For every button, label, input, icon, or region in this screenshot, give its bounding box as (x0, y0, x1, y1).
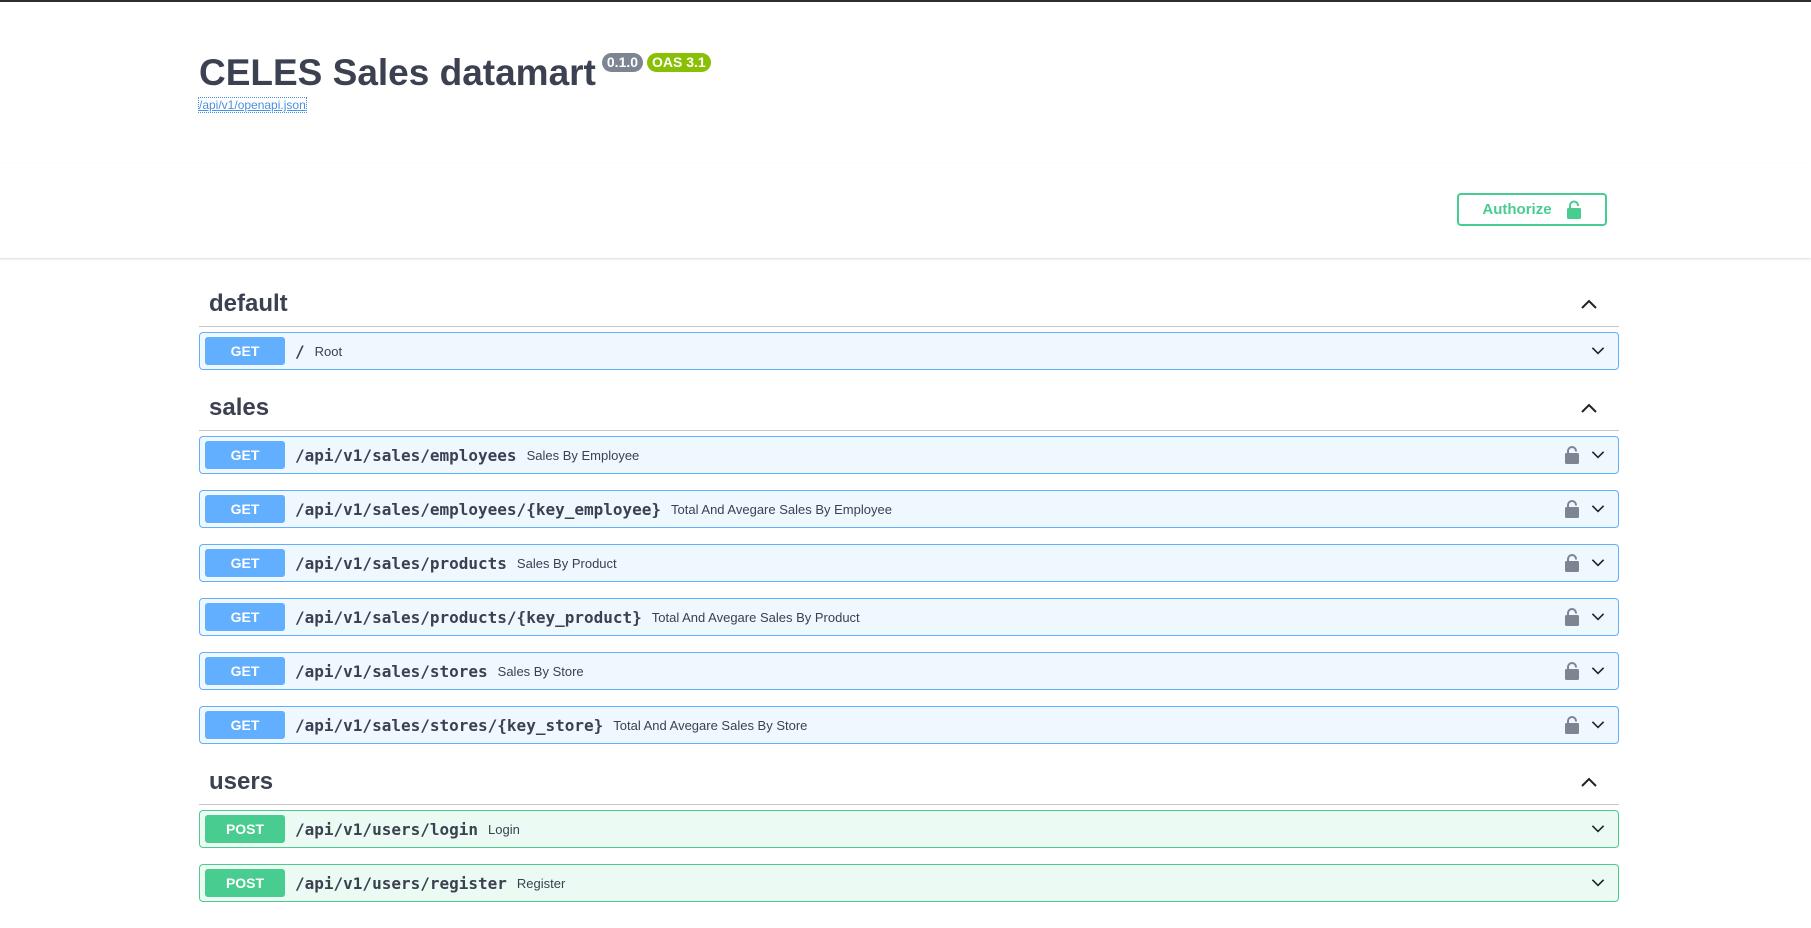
operations-list: default GET / Root sales GET/api/v1/sales/emp… (199, 282, 1619, 918)
operation-path: /api/v1/sales/employees/{key_employee} (295, 499, 662, 519)
operation-path: /api/v1/users/login (295, 819, 479, 839)
chevron-up-icon[interactable] (1579, 294, 1599, 314)
oas-badge: OAS 3.1 (647, 53, 711, 72)
operation-path: /api/v1/users/register (295, 873, 507, 893)
api-info: CELES Sales datamart 0.1.0 OAS 3.1 /api/… (198, 50, 711, 114)
unlock-icon[interactable] (1564, 716, 1580, 734)
chevron-down-icon[interactable] (1588, 821, 1608, 837)
openapi-spec-link[interactable]: /api/v1/openapi.json (198, 97, 307, 113)
chevron-down-icon[interactable] (1588, 875, 1608, 891)
method-badge: GET (205, 495, 285, 523)
page-title: CELES Sales datamart (199, 52, 596, 93)
method-badge: POST (205, 869, 285, 897)
operation-summary: Root (314, 343, 343, 359)
method-badge: GET (205, 441, 285, 469)
tag-name: sales (209, 394, 270, 421)
operation-summary: Sales By Employee (526, 447, 640, 463)
operation-summary: Total And Avegare Sales By Store (613, 717, 808, 733)
unlock-icon[interactable] (1564, 500, 1580, 518)
operation-row[interactable]: GET/api/v1/sales/stores/{key_store} Total… (199, 706, 1619, 744)
tag-name: default (209, 290, 288, 317)
tag-section-sales: sales GET/api/v1/sales/employees Sales By … (199, 386, 1619, 744)
version-badge: 0.1.0 (601, 53, 644, 72)
operation-row[interactable]: GET/api/v1/sales/stores Sales By Store (199, 652, 1619, 690)
authorize-label: Authorize (1482, 201, 1552, 218)
method-badge: GET (205, 603, 285, 631)
operation-row[interactable]: GET/api/v1/sales/products/{key_product} T… (199, 598, 1619, 636)
chevron-down-icon[interactable] (1588, 609, 1608, 625)
scheme-container: Authorize (0, 163, 1811, 258)
tag-section-default: default GET / Root (199, 282, 1619, 370)
method-badge: GET (205, 337, 285, 365)
operation-summary: Sales By Product (516, 555, 617, 571)
operation-row[interactable]: GET/api/v1/sales/employees Sales By Emplo… (199, 436, 1619, 474)
tag-section-users: users POST/api/v1/users/login Login POST/ap… (199, 760, 1619, 902)
operation-summary: Sales By Store (497, 663, 584, 679)
authorize-button[interactable]: Authorize (1457, 193, 1607, 226)
operation-row[interactable]: GET / Root (199, 332, 1619, 370)
unlock-icon (1566, 200, 1581, 219)
method-badge: POST (205, 815, 285, 843)
operation-summary: Total And Avegare Sales By Product (651, 609, 860, 625)
operation-path: /api/v1/sales/stores (295, 661, 488, 681)
chevron-down-icon[interactable] (1588, 663, 1608, 679)
operation-row[interactable]: GET/api/v1/sales/products Sales By Produc… (199, 544, 1619, 582)
operation-path: /api/v1/sales/products/{key_product} (295, 607, 642, 627)
tag-header-users[interactable]: users (199, 760, 1619, 805)
operation-path: /api/v1/sales/stores/{key_store} (295, 715, 604, 735)
operation-row[interactable]: GET/api/v1/sales/employees/{key_employee… (199, 490, 1619, 528)
unlock-icon[interactable] (1564, 554, 1580, 572)
title-row: CELES Sales datamart 0.1.0 OAS 3.1 (199, 50, 711, 96)
chevron-up-icon[interactable] (1579, 772, 1599, 792)
method-badge: GET (205, 711, 285, 739)
unlock-icon[interactable] (1564, 446, 1580, 464)
tag-header-sales[interactable]: sales (199, 386, 1619, 431)
operation-row[interactable]: POST/api/v1/users/register Register (199, 864, 1619, 902)
tag-header-default[interactable]: default (199, 282, 1619, 327)
operation-path: /api/v1/sales/products (295, 553, 507, 573)
chevron-down-icon[interactable] (1588, 447, 1608, 463)
chevron-down-icon[interactable] (1588, 555, 1608, 571)
method-badge: GET (205, 549, 285, 577)
operation-summary: Total And Avegare Sales By Employee (671, 501, 892, 517)
operation-path: / (295, 341, 305, 361)
chevron-down-icon[interactable] (1588, 343, 1608, 359)
chevron-down-icon[interactable] (1588, 717, 1608, 733)
operation-row[interactable]: POST/api/v1/users/login Login (199, 810, 1619, 848)
method-badge: GET (205, 657, 285, 685)
unlock-icon[interactable] (1564, 662, 1580, 680)
chevron-up-icon[interactable] (1579, 398, 1599, 418)
operation-summary: Register (516, 875, 566, 891)
chevron-down-icon[interactable] (1588, 501, 1608, 517)
operation-summary: Login (488, 821, 520, 837)
unlock-icon[interactable] (1564, 608, 1580, 626)
tag-name: users (209, 768, 274, 795)
operation-path: /api/v1/sales/employees (295, 445, 517, 465)
